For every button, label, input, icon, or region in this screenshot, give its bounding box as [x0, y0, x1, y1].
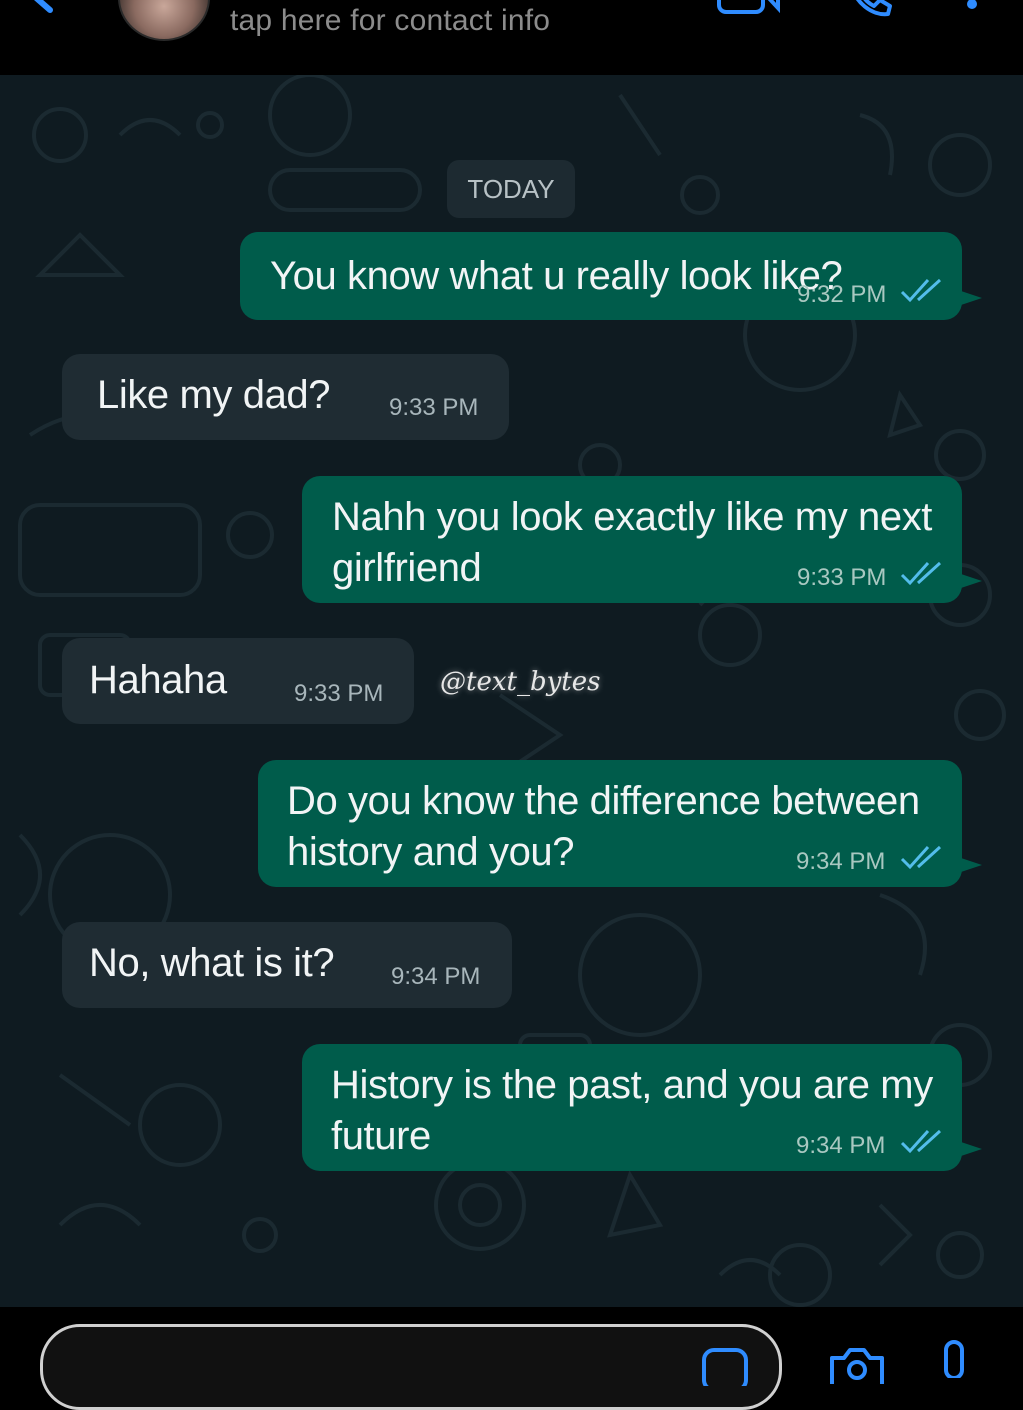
read-receipt-icon [900, 1129, 942, 1154]
message-text: Like my dad? [97, 373, 331, 417]
camera-icon[interactable] [826, 1344, 888, 1384]
outgoing-message[interactable]: You know what u really look like? 9:32 P… [240, 232, 982, 320]
more-icon[interactable] [962, 0, 982, 14]
outgoing-message[interactable]: Nahh you look exactly like my next girlf… [302, 476, 982, 603]
message-time: 9:34 PM [796, 1132, 886, 1159]
incoming-message[interactable]: Like my dad? 9:33 PM [62, 354, 509, 440]
read-receipt-icon [900, 278, 942, 303]
day-divider-badge: TODAY [447, 160, 575, 218]
message-text: You know what u really look like? [270, 254, 843, 298]
composer-bar [0, 1307, 1023, 1410]
chat-area[interactable]: TODAY You know what u really look like? … [0, 75, 1023, 1307]
bubble-tail [958, 290, 982, 306]
incoming-message[interactable]: No, what is it? 9:34 PM [62, 922, 512, 1008]
video-call-icon[interactable] [716, 0, 782, 20]
sticker-icon[interactable] [700, 1346, 750, 1386]
watermark: @text_bytes [440, 667, 601, 697]
message-time: 9:34 PM [796, 848, 886, 875]
message-time: 9:33 PM [294, 680, 384, 707]
chat-header: tap here for contact info [0, 0, 1023, 75]
read-receipt-icon [900, 561, 942, 586]
microphone-icon[interactable] [938, 1338, 970, 1378]
read-receipt-icon [900, 845, 942, 870]
message-text: Hahaha [89, 658, 227, 702]
message-time: 9:33 PM [389, 394, 479, 421]
message-text: No, what is it? [89, 941, 335, 985]
bubble-tail [958, 573, 982, 589]
contact-info-link[interactable]: tap here for contact info [230, 4, 550, 38]
incoming-message[interactable]: Hahaha 9:33 PM [62, 638, 414, 724]
message-time: 9:32 PM [797, 281, 887, 308]
message-time: 9:34 PM [391, 963, 481, 990]
message-time: 9:33 PM [797, 564, 887, 591]
avatar[interactable] [118, 0, 210, 41]
outgoing-message[interactable]: Do you know the difference between histo… [258, 760, 982, 887]
outgoing-message[interactable]: History is the past, and you are my futu… [302, 1044, 982, 1171]
voice-call-icon[interactable] [848, 0, 896, 20]
message-input[interactable] [40, 1324, 782, 1410]
bubble-tail [958, 857, 982, 873]
back-icon[interactable] [28, 0, 68, 22]
bubble-tail [958, 1141, 982, 1157]
